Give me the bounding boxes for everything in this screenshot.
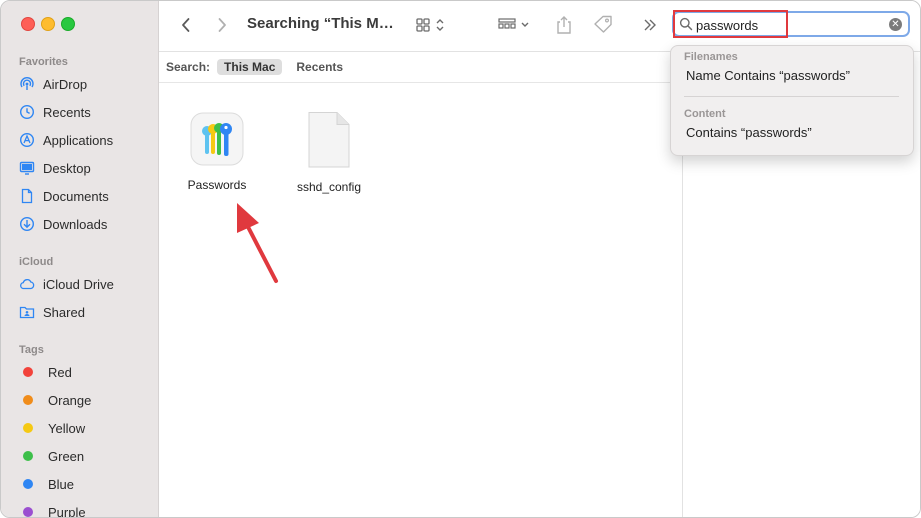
window-title: Searching “This M… bbox=[247, 15, 394, 32]
passwords-app-icon bbox=[190, 112, 244, 166]
suggestion-content-contains[interactable]: Contains “passwords” bbox=[686, 125, 812, 140]
sidebar-item-label: Desktop bbox=[43, 160, 91, 176]
sidebar-tag-red[interactable]: Red bbox=[19, 361, 72, 383]
sidebar-item-applications[interactable]: Applications bbox=[19, 129, 113, 151]
clock-icon bbox=[19, 104, 35, 120]
sidebar-item-label: Orange bbox=[48, 392, 92, 408]
file-item-sshd-config[interactable]: sshd_config bbox=[284, 111, 374, 194]
sidebar-item-shared[interactable]: Shared bbox=[19, 301, 85, 323]
scope-label: Search: bbox=[166, 60, 211, 74]
tag-button[interactable] bbox=[591, 13, 615, 37]
divider bbox=[684, 96, 899, 97]
sidebar-section-icloud: iCloud bbox=[19, 256, 54, 268]
sidebar: Favorites AirDrop Recents Applications D… bbox=[1, 1, 159, 517]
sidebar-item-label: Downloads bbox=[43, 216, 108, 232]
icon-view-grid-icon bbox=[416, 18, 444, 32]
share-button[interactable] bbox=[553, 13, 575, 37]
sidebar-item-label: Yellow bbox=[48, 420, 86, 436]
zoom-window-button[interactable] bbox=[61, 17, 75, 31]
search-field[interactable]: ✕ bbox=[672, 11, 910, 37]
sidebar-item-label: Red bbox=[48, 364, 72, 380]
tag-dot-icon bbox=[23, 479, 33, 489]
close-window-button[interactable] bbox=[21, 17, 35, 31]
group-icon bbox=[498, 18, 529, 29]
double-chevron-right-icon bbox=[644, 19, 656, 31]
tag-dot-icon bbox=[23, 423, 33, 433]
sidebar-tag-orange[interactable]: Orange bbox=[19, 389, 91, 411]
sidebar-item-label: Shared bbox=[43, 304, 85, 320]
file-name: Passwords bbox=[187, 178, 247, 192]
suggestions-filenames-header: Filenames bbox=[684, 51, 738, 63]
tag-dot-icon bbox=[23, 395, 33, 405]
download-icon bbox=[19, 216, 35, 232]
search-results: Passwords sshd_config bbox=[159, 83, 681, 517]
file-name: sshd_config bbox=[296, 180, 362, 194]
sidebar-item-label: AirDrop bbox=[43, 76, 88, 92]
back-button[interactable] bbox=[175, 13, 197, 37]
forward-button[interactable] bbox=[211, 13, 233, 37]
tag-dot-icon bbox=[23, 367, 33, 377]
sidebar-item-label: Applications bbox=[43, 132, 114, 148]
sidebar-item-downloads[interactable]: Downloads bbox=[19, 213, 107, 235]
chevron-right-icon bbox=[218, 18, 226, 32]
view-mode-button[interactable] bbox=[415, 13, 451, 37]
group-by-button[interactable] bbox=[497, 13, 533, 37]
search-scope-bar: Search: This Mac Recents bbox=[159, 52, 681, 83]
sidebar-item-label: Purple bbox=[48, 504, 86, 518]
annotation-arrow bbox=[237, 203, 278, 283]
sidebar-tag-purple[interactable]: Purple bbox=[19, 501, 86, 518]
sidebar-section-tags: Tags bbox=[19, 344, 44, 356]
clear-search-icon[interactable]: ✕ bbox=[889, 18, 902, 31]
scope-recents-button[interactable]: Recents bbox=[289, 59, 350, 75]
minimize-window-button[interactable] bbox=[41, 17, 55, 31]
chevron-left-icon bbox=[182, 18, 190, 32]
sidebar-tag-yellow[interactable]: Yellow bbox=[19, 417, 85, 439]
search-suggestions-menu: Filenames Name Contains “passwords” Cont… bbox=[670, 45, 914, 156]
generic-document-icon bbox=[308, 112, 350, 168]
airdrop-icon bbox=[19, 76, 35, 92]
finder-window: Favorites AirDrop Recents Applications D… bbox=[0, 0, 921, 518]
sidebar-item-recents[interactable]: Recents bbox=[19, 101, 91, 123]
sidebar-item-label: Green bbox=[48, 448, 85, 464]
file-item-passwords[interactable]: Passwords bbox=[172, 111, 262, 192]
suggestions-content-header: Content bbox=[684, 108, 726, 120]
sidebar-item-label: Documents bbox=[43, 188, 109, 204]
sidebar-item-airdrop[interactable]: AirDrop bbox=[19, 73, 87, 95]
sidebar-item-label: Recents bbox=[43, 104, 91, 120]
search-input[interactable] bbox=[696, 16, 876, 34]
document-icon bbox=[19, 188, 35, 204]
sidebar-tag-green[interactable]: Green bbox=[19, 445, 84, 467]
scope-this-mac-button[interactable]: This Mac bbox=[217, 59, 283, 75]
sidebar-tag-blue[interactable]: Blue bbox=[19, 473, 74, 495]
sidebar-item-label: iCloud Drive bbox=[43, 276, 114, 292]
sidebar-item-desktop[interactable]: Desktop bbox=[19, 157, 91, 179]
sidebar-section-favorites: Favorites bbox=[19, 56, 68, 68]
applications-icon bbox=[19, 132, 35, 148]
sidebar-item-documents[interactable]: Documents bbox=[19, 185, 109, 207]
share-icon bbox=[557, 16, 571, 34]
more-toolbar-items-button[interactable] bbox=[641, 13, 659, 37]
search-icon bbox=[679, 17, 693, 31]
suggestion-name-contains[interactable]: Name Contains “passwords” bbox=[686, 68, 850, 83]
shared-folder-icon bbox=[19, 304, 35, 320]
cloud-icon bbox=[19, 276, 35, 292]
sidebar-item-icloud-drive[interactable]: iCloud Drive bbox=[19, 273, 114, 295]
sidebar-item-label: Blue bbox=[48, 476, 75, 492]
tag-dot-icon bbox=[23, 451, 33, 461]
desktop-icon bbox=[19, 160, 35, 176]
tag-icon bbox=[594, 15, 612, 33]
tag-dot-icon bbox=[23, 507, 33, 517]
